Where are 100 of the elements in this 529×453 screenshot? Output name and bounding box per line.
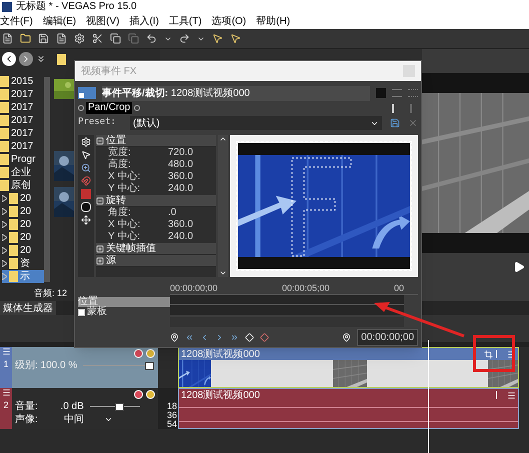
last-keyframe-icon[interactable]	[230, 332, 239, 342]
collapse-icon[interactable]	[96, 196, 104, 204]
menu-icon[interactable]	[507, 390, 516, 400]
checkbox[interactable]	[78, 308, 85, 316]
menu-item[interactable]: 工具(T)	[168, 16, 202, 26]
tree-item[interactable]: 2015	[0, 75, 44, 88]
group-header[interactable]: 关键帧插值	[96, 243, 216, 255]
property-value[interactable]: 360.0	[168, 172, 194, 182]
paste-icon[interactable]	[128, 33, 139, 44]
property-value[interactable]: 480.0	[168, 160, 194, 170]
save-icon[interactable]	[390, 118, 400, 128]
scrollbar[interactable]	[218, 135, 228, 277]
group-header[interactable]: 旋转	[96, 195, 216, 207]
tree-item[interactable]: 2017	[0, 140, 44, 153]
folder-icon	[9, 219, 18, 230]
event-header[interactable]: 1208测试视频000	[179, 348, 518, 360]
expand-icon[interactable]	[96, 256, 104, 264]
folder-icon	[0, 180, 9, 191]
group-header[interactable]: 源	[96, 255, 216, 267]
pointer-icon[interactable]	[212, 33, 223, 44]
delete-icon[interactable]	[408, 118, 418, 128]
move-icon[interactable]	[81, 215, 91, 225]
play-icon[interactable]	[513, 261, 525, 273]
tree-item[interactable]: 20	[2, 205, 44, 218]
tree-item[interactable]: 20	[2, 231, 44, 244]
slider-track[interactable]	[83, 362, 154, 370]
new-file-icon[interactable]	[2, 33, 13, 44]
magnet-icon[interactable]	[81, 176, 91, 186]
scroll-down-icon[interactable]	[219, 269, 227, 277]
tree-item[interactable]: 示	[2, 270, 44, 283]
meter-label: 54	[166, 420, 177, 429]
property-value[interactable]: 240.0	[168, 184, 194, 194]
delete-keyframe-icon[interactable]	[260, 332, 269, 342]
mute-icon[interactable]	[134, 390, 143, 398]
copy-icon[interactable]	[110, 33, 121, 44]
property-value[interactable]: 360.0	[168, 220, 194, 230]
property-name: X 中心:	[108, 172, 142, 182]
keyframe-track-label[interactable]: 蒙板	[78, 307, 170, 317]
slider-thumb[interactable]	[145, 362, 154, 370]
menu-item[interactable]: 文件(F)	[0, 16, 33, 26]
group-header[interactable]: 位置	[96, 135, 216, 147]
menu-item[interactable]: 编辑(E)	[42, 16, 76, 26]
scissors-icon[interactable]	[92, 33, 103, 44]
plugin-chain-icon[interactable]	[78, 87, 96, 99]
forward-button[interactable]	[19, 52, 33, 66]
dialog-title: 视频事件 FX	[81, 64, 137, 78]
redo-icon[interactable]	[179, 33, 190, 44]
previous-keyframe-icon[interactable]	[200, 332, 209, 342]
tree-item[interactable]: 20	[2, 192, 44, 205]
chain-label: 事件平移/裁切: 1208测试视频000	[102, 86, 370, 100]
menu-icon[interactable]	[2, 347, 10, 356]
add-keyframe-icon[interactable]	[245, 332, 254, 342]
tree-item[interactable]: 2017	[0, 88, 44, 101]
solo-icon[interactable]	[146, 390, 155, 398]
tree-item[interactable]: 原创	[0, 179, 44, 192]
property-value[interactable]: 240.0	[168, 232, 194, 242]
zoom-icon[interactable]	[81, 163, 91, 173]
slider-track[interactable]	[90, 402, 140, 410]
tree-item[interactable]: 20	[2, 218, 44, 231]
expand-icon[interactable]	[96, 244, 104, 252]
folder-icon[interactable]	[20, 33, 31, 44]
views-icon[interactable]	[36, 54, 46, 64]
tree-item[interactable]: 企业	[0, 166, 44, 179]
slider-thumb[interactable]	[115, 402, 124, 410]
back-button[interactable]	[2, 52, 16, 66]
next-keyframe-icon[interactable]	[215, 332, 224, 342]
property-name: 角度:	[108, 208, 132, 218]
save-icon[interactable]	[38, 33, 49, 44]
event-header[interactable]: 1208测试视频000	[179, 389, 518, 401]
crop-icon[interactable]	[484, 350, 493, 358]
property-value[interactable]: 720.0	[168, 148, 194, 158]
undo-icon[interactable]	[146, 33, 157, 44]
property-value[interactable]: .0	[168, 208, 176, 218]
keyframe-lane[interactable]	[170, 305, 404, 315]
menu-item[interactable]: 插入(I)	[129, 16, 159, 26]
scrollbar[interactable]	[44, 77, 50, 282]
plugin-tab[interactable]: Pan/Crop	[86, 102, 132, 114]
event-title: 1208测试视频000	[181, 348, 261, 362]
tree-item[interactable]: Progr	[0, 153, 44, 166]
preset-dropdown[interactable]: (默认)	[130, 116, 382, 130]
tree-item[interactable]: 20	[2, 244, 44, 257]
scrollbar[interactable]	[170, 317, 404, 327]
first-keyframe-icon[interactable]	[185, 332, 194, 342]
settings-icon[interactable]	[74, 33, 85, 44]
folder-icon	[0, 89, 9, 100]
tree-item[interactable]: 资	[2, 257, 44, 270]
tab[interactable]: 媒体生成器	[0, 300, 56, 316]
menu-item[interactable]: 视图(V)	[86, 16, 120, 26]
tree-item[interactable]: 2017	[0, 101, 44, 114]
tree-item[interactable]: 2017	[0, 127, 44, 140]
collapse-icon[interactable]	[96, 136, 104, 144]
tree-item[interactable]: 2017	[0, 114, 44, 127]
menu-icon[interactable]	[2, 388, 10, 397]
dropdown-caret-icon[interactable]	[104, 415, 113, 424]
folder-icon	[0, 115, 9, 126]
menu-item[interactable]: 选项(O)	[212, 16, 246, 26]
marker-icon[interactable]	[342, 332, 352, 342]
scroll-up-icon[interactable]	[219, 135, 227, 143]
folder-icon	[0, 102, 9, 113]
menu-item[interactable]: 帮助(H)	[256, 16, 290, 26]
